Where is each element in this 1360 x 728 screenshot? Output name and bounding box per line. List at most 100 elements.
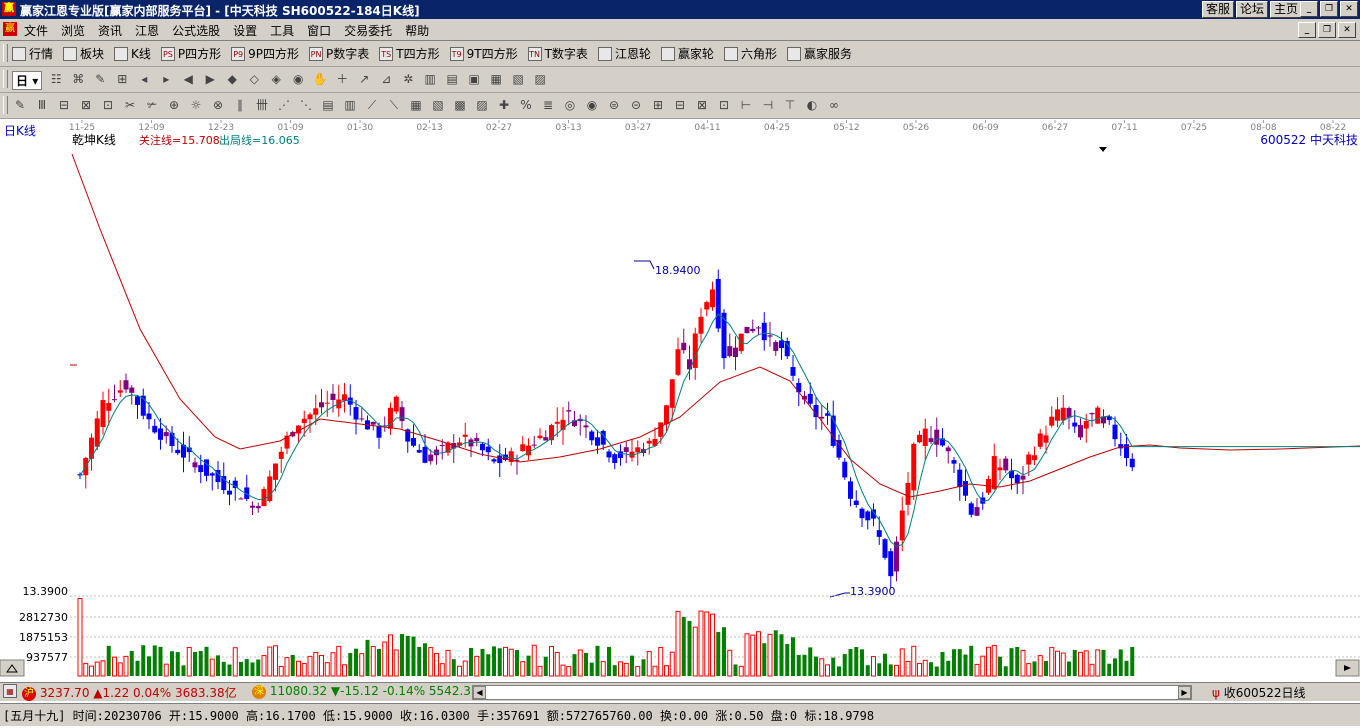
drawing-tool-icon[interactable]: ⊝ — [628, 97, 644, 113]
menu-window[interactable]: 窗口 — [307, 22, 331, 39]
drawing-tool-icon[interactable]: ◉ — [584, 97, 600, 113]
menu-settings[interactable]: 设置 — [233, 22, 257, 39]
drawing-tool-icon[interactable]: ∥ — [232, 97, 248, 113]
tool-icon[interactable]: ✎ — [92, 71, 108, 87]
drawing-tool-icon[interactable]: ⊟ — [672, 97, 688, 113]
tool-icon[interactable]: ☷ — [48, 71, 64, 87]
doc-minimize-icon[interactable]: _ — [1298, 22, 1316, 38]
drawing-tool-icon[interactable]: ⊡ — [716, 97, 732, 113]
tool-icon[interactable]: ◆ — [224, 71, 240, 87]
drawing-tool-icon[interactable]: ⊜ — [606, 97, 622, 113]
drawing-tool-icon[interactable]: ▨ — [474, 97, 490, 113]
drawing-tool-icon[interactable]: ▩ — [452, 97, 468, 113]
period-select[interactable]: 日 ▾ — [12, 71, 43, 90]
tool-icon[interactable]: ▦ — [488, 71, 504, 87]
toolbar-item-t9[interactable]: T9 9T四方形 — [449, 45, 518, 62]
toolbar-item-grid[interactable]: 行情 — [12, 45, 53, 62]
tool-icon[interactable]: ＋ — [334, 71, 350, 87]
menu-gann[interactable]: 江恩 — [135, 22, 159, 39]
drawing-tool-icon[interactable]: 卌 — [254, 97, 270, 113]
chart-area[interactable]: 11-25 12-09 12-23 01-09 01-30 02-13 02-27 03-13… — [0, 119, 1360, 679]
chart-scrollbar[interactable]: ◀ ▶ — [472, 685, 1192, 700]
kline-chart[interactable]: 11-25 12-09 12-23 01-09 01-30 02-13 02-27 03-13… — [0, 119, 1360, 679]
tool-icon[interactable]: ◂ — [136, 71, 152, 87]
tool-icon[interactable]: ◀ — [180, 71, 196, 87]
menu-tools[interactable]: 工具 — [270, 22, 294, 39]
drawing-tool-icon[interactable]: ⊞ — [650, 97, 666, 113]
forum-link[interactable]: 论坛 — [1235, 1, 1268, 18]
menu-file[interactable]: 文件 — [24, 22, 48, 39]
tool-icon[interactable]: ⊿ — [378, 71, 394, 87]
drawing-tool-icon[interactable]: ⊢ — [738, 97, 754, 113]
tool-icon[interactable]: ✋ — [312, 71, 328, 87]
drawing-tool-icon[interactable]: ◐ — [804, 97, 820, 113]
tool-icon[interactable]: ⌘ — [70, 71, 86, 87]
drawing-tool-icon[interactable]: ⟋ — [364, 97, 380, 113]
scroll-left-button[interactable] — [0, 659, 25, 677]
doc-close-icon[interactable]: ✕ — [1338, 22, 1356, 38]
drawing-tool-icon[interactable]: ◎ — [562, 97, 578, 113]
toolbar-grip[interactable] — [3, 96, 8, 114]
tool-icon[interactable]: ▤ — [444, 71, 460, 87]
drawing-tool-icon[interactable]: ⊠ — [78, 97, 94, 113]
drawing-tool-icon[interactable]: ▧ — [430, 97, 446, 113]
toolbar-item-hexagon[interactable]: 六角形 — [723, 45, 777, 62]
drawing-tool-icon[interactable]: ✚ — [496, 97, 512, 113]
drawing-tool-icon[interactable]: ≣ — [540, 97, 556, 113]
drawing-tool-icon[interactable]: ⟍ — [386, 97, 402, 113]
drawing-tool-icon[interactable]: ⊟ — [56, 97, 72, 113]
tool-icon[interactable]: ▣ — [466, 71, 482, 87]
toolbar-item-tn[interactable]: TN T数字表 — [527, 45, 588, 62]
toolbar-item-ts[interactable]: TS T四方形 — [379, 45, 440, 62]
close-icon[interactable]: ✕ — [1340, 1, 1358, 17]
service-link[interactable]: 客服 — [1201, 1, 1234, 18]
drawing-tool-icon[interactable]: ⊤ — [782, 97, 798, 113]
tool-icon[interactable]: ▧ — [510, 71, 526, 87]
toolbar-item-p9[interactable]: P9 9P四方形 — [231, 45, 299, 62]
homepage-link[interactable]: 主页 — [1269, 1, 1302, 18]
sz-index-item[interactable]: 深 11080.32 ▼-15.12 -0.14% 5542.3 — [252, 684, 471, 699]
tool-icon[interactable]: ✲ — [400, 71, 416, 87]
drawing-tool-icon[interactable]: ∞ — [826, 97, 842, 113]
toolbar-item-service[interactable]: 赢家服务 — [786, 45, 852, 62]
scroll-right-icon[interactable]: ▶ — [1178, 686, 1191, 699]
menu-news[interactable]: 资讯 — [98, 22, 122, 39]
drawing-tool-icon[interactable]: ⊡ — [100, 97, 116, 113]
tool-icon[interactable]: ◉ — [290, 71, 306, 87]
drawing-tool-icon[interactable]: ⊠ — [694, 97, 710, 113]
menu-browse[interactable]: 浏览 — [61, 22, 85, 39]
toolbar-grip[interactable] — [3, 70, 8, 88]
doc-restore-icon[interactable]: ❐ — [1318, 22, 1336, 38]
tool-icon[interactable]: ▥ — [422, 71, 438, 87]
restore-icon[interactable]: ❐ — [1320, 1, 1338, 17]
drawing-tool-icon[interactable]: ⊕ — [166, 97, 182, 113]
toolbar-item-gann-wheel[interactable]: 江恩轮 — [597, 45, 651, 62]
menu-trade[interactable]: 交易委托 — [344, 22, 392, 39]
drawing-tool-icon[interactable]: ▥ — [342, 97, 358, 113]
drawing-tool-icon[interactable]: % — [518, 97, 534, 113]
toolbar-item-pn[interactable]: PN P数字表 — [309, 45, 369, 62]
tool-icon[interactable]: ▸ — [158, 71, 174, 87]
drawing-tool-icon[interactable]: ▤ — [320, 97, 336, 113]
drawing-tool-icon[interactable]: ✂ — [122, 97, 138, 113]
tool-icon[interactable]: ▨ — [532, 71, 548, 87]
tool-icon[interactable]: ◇ — [246, 71, 262, 87]
drawing-tool-icon[interactable]: ✎ — [12, 97, 28, 113]
scroll-right-button[interactable] — [1335, 659, 1360, 677]
menu-help[interactable]: 帮助 — [405, 22, 429, 39]
toolbar-item-board[interactable]: 板块 — [63, 45, 104, 62]
drawing-tool-icon[interactable]: ▦ — [408, 97, 424, 113]
sh-index-item[interactable]: 沪 3237.70 ▲1.22 0.04% 3683.38亿 — [22, 684, 237, 701]
scroll-left-icon[interactable]: ◀ — [473, 686, 486, 699]
drawing-tool-icon[interactable]: Ⅲ — [34, 97, 50, 113]
drawing-tool-icon[interactable]: ✃ — [144, 97, 160, 113]
toolbar-grip[interactable] — [3, 44, 8, 62]
toolbar-item-candle[interactable]: K线 — [114, 45, 151, 62]
drawing-tool-icon[interactable]: ⋱ — [298, 97, 314, 113]
drawing-tool-icon[interactable]: ⊗ — [210, 97, 226, 113]
drawing-tool-icon[interactable]: ⊣ — [760, 97, 776, 113]
tool-icon[interactable]: ⊞ — [114, 71, 130, 87]
tool-icon[interactable]: ◈ — [268, 71, 284, 87]
drawing-tool-icon[interactable]: ⋰ — [276, 97, 292, 113]
tool-icon[interactable]: ▶ — [202, 71, 218, 87]
